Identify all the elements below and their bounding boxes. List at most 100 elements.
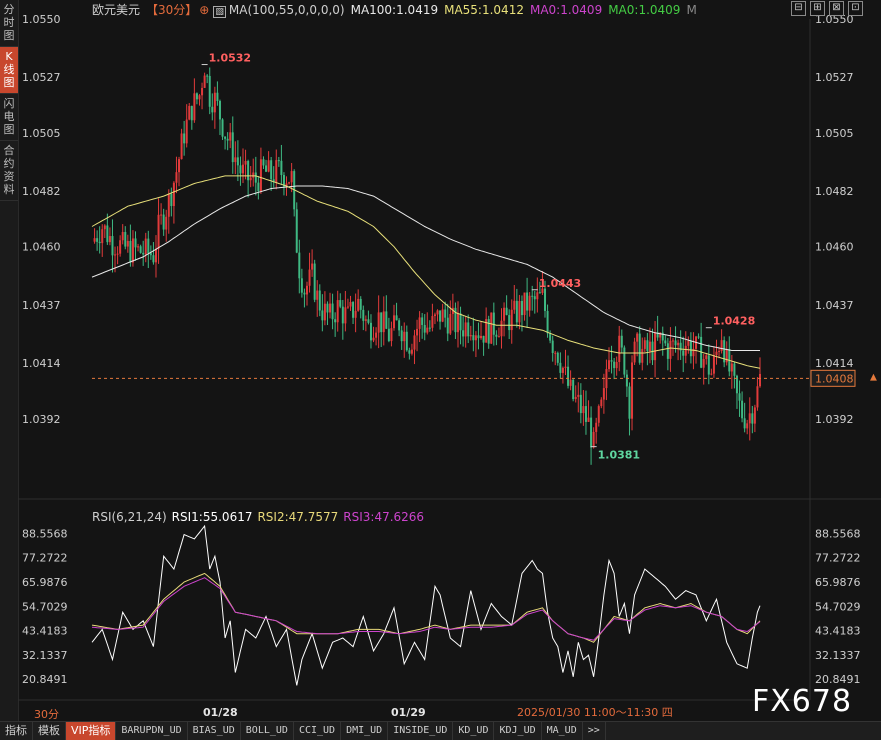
candle-body — [149, 253, 152, 256]
candle-body — [564, 366, 567, 368]
candle-body — [249, 177, 252, 181]
candle-body — [398, 320, 401, 331]
candle-body — [147, 238, 150, 254]
candle-body — [183, 133, 186, 144]
candle-body — [546, 310, 549, 334]
candle-body — [520, 300, 523, 316]
candle-body — [413, 335, 416, 350]
candle-body — [538, 292, 541, 294]
candle-body — [590, 417, 593, 448]
symbol-name: 欧元美元 — [92, 3, 141, 17]
price-tick-left: 1.0482 — [22, 185, 61, 198]
bottom-tab-0[interactable]: 指标 — [0, 722, 33, 740]
candle-body — [510, 309, 513, 331]
candle-body — [531, 295, 534, 297]
candle-body — [157, 214, 160, 249]
candle-body — [638, 333, 641, 363]
candle-body — [318, 290, 321, 311]
candle-body — [382, 311, 385, 333]
candle-body — [265, 165, 268, 172]
candle-body — [671, 340, 674, 342]
price-tick-left: 1.0414 — [22, 357, 61, 370]
candle-body — [426, 327, 429, 333]
candle-body — [597, 406, 600, 423]
candle-body — [587, 417, 590, 422]
candle-body — [393, 315, 396, 329]
candle-body — [687, 340, 690, 346]
indicator-tab-bar: 指标 模板 VIP指标 BARUPDN_UD BIAS_UD BOLL_UD CCI_UD D… — [0, 721, 881, 740]
candle-body — [178, 159, 181, 173]
bottom-tab-10[interactable]: KDJ_UD — [494, 722, 542, 740]
candle-body — [515, 300, 518, 323]
candle-body — [111, 236, 114, 256]
candle-body — [290, 171, 293, 183]
period-dropdown-icon[interactable]: ⊕ — [199, 3, 209, 17]
window-control-1-icon[interactable]: ⊞ — [810, 1, 825, 16]
chart-header: 欧元美元 【30分】 ⊕ ▧ MA(100,55,0,0,0,0) MA100:1.041… — [92, 2, 703, 18]
ma-settings-icon[interactable]: ▧ — [213, 6, 226, 18]
rsi-tick-left: 32.1337 — [22, 649, 68, 662]
candle-body — [592, 431, 595, 448]
candle-body — [595, 422, 598, 432]
ma55-value: MA55:1.0412 — [444, 3, 524, 17]
price-tick-right: 1.0460 — [815, 241, 854, 254]
annotation-label: 1.0428 — [713, 315, 755, 328]
candle-body — [362, 309, 365, 321]
rsi1-value: RSI1:55.0617 — [171, 510, 253, 524]
bottom-tab-12[interactable]: >> — [583, 722, 606, 740]
bottom-tab-6[interactable]: CCI_UD — [294, 722, 342, 740]
candle-body — [180, 133, 183, 160]
bottom-tab-2[interactable]: VIP指标 — [66, 722, 117, 740]
rsi-tick-left: 43.4183 — [22, 625, 68, 638]
window-control-3-icon[interactable]: ⊡ — [848, 1, 863, 16]
bottom-tab-3[interactable]: BARUPDN_UD — [116, 722, 188, 740]
window-control-0-icon[interactable]: ⊟ — [791, 1, 806, 16]
period-selector[interactable]: 【30分】 — [146, 3, 197, 17]
candle-body — [236, 157, 239, 166]
candle-body — [472, 335, 475, 341]
bottom-tab-1[interactable]: 模板 — [33, 722, 66, 740]
bottom-tab-4[interactable]: BIAS_UD — [188, 722, 241, 740]
candle-body — [613, 361, 616, 369]
candle-body — [615, 362, 618, 369]
candle-body — [323, 303, 326, 321]
candle-body — [154, 248, 157, 263]
bottom-tab-11[interactable]: MA_UD — [542, 722, 583, 740]
candle-body — [477, 335, 480, 339]
candle-body — [226, 138, 229, 141]
candle-body — [321, 310, 324, 321]
kline-chart[interactable]: 1.0550 1.05501.0527 1.05271.0505 1.05051.04… — [0, 0, 881, 721]
candle-body — [684, 345, 687, 356]
rsi-tick-right: 77.2722 — [815, 552, 861, 565]
candle-body — [257, 182, 260, 192]
candle-body — [254, 172, 257, 183]
candle-body — [277, 160, 280, 162]
candle-body — [556, 352, 559, 363]
bottom-tab-7[interactable]: DMI_UD — [341, 722, 389, 740]
candle-body — [623, 347, 626, 375]
candle-body — [710, 373, 713, 375]
candle-body — [131, 238, 134, 263]
candle-body — [416, 328, 419, 336]
candle-body — [533, 296, 536, 300]
candle-body — [231, 132, 234, 163]
candle-body — [467, 322, 470, 337]
candle-body — [730, 363, 733, 372]
ma0a-value: MA0:1.0409 — [529, 3, 603, 17]
candle-body — [446, 317, 449, 334]
candle-body — [677, 342, 680, 346]
candle-body — [666, 343, 669, 359]
candle-body — [421, 317, 424, 325]
candle-body — [648, 341, 651, 352]
rsi-tick-right: 88.5568 — [815, 527, 861, 540]
candle-body — [224, 136, 227, 139]
window-control-2-icon[interactable]: ⊠ — [829, 1, 844, 16]
bottom-tab-9[interactable]: KD_UD — [453, 722, 495, 740]
candle-body — [344, 307, 347, 324]
candle-body — [403, 331, 406, 342]
candle-body — [359, 298, 362, 310]
bottom-tab-5[interactable]: BOLL_UD — [241, 722, 294, 740]
candle-body — [364, 319, 367, 321]
bottom-tab-8[interactable]: INSIDE_UD — [388, 722, 454, 740]
candle-body — [369, 322, 372, 341]
